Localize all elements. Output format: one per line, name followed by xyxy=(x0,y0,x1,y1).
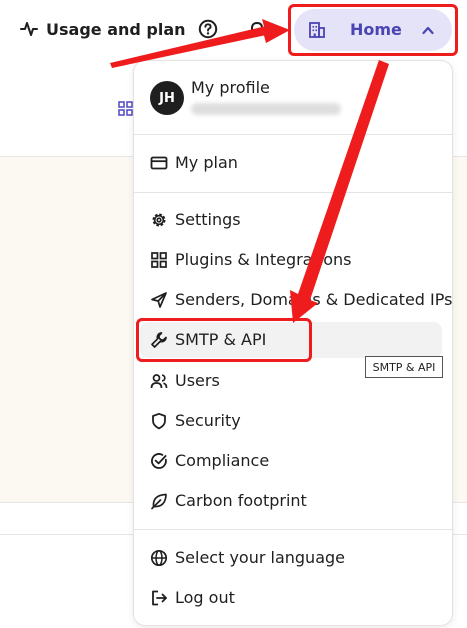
menu-item-plugins-integrations[interactable]: Plugins & Integrations xyxy=(140,242,442,278)
menu-item-label: Security xyxy=(175,411,241,430)
usage-and-plan-link[interactable]: Usage and plan xyxy=(20,16,186,42)
highlight-box-home xyxy=(288,4,458,56)
menu-item-label: Users xyxy=(175,371,220,390)
menu-divider xyxy=(134,192,452,193)
logout-icon xyxy=(152,590,167,606)
menu-item-log-out[interactable]: Log out xyxy=(140,580,442,616)
activity-icon xyxy=(20,22,38,36)
menu-item-label: Senders, Domains & Dedicated IPs xyxy=(175,290,453,309)
menu-item-security[interactable]: Security xyxy=(140,403,442,439)
menu-item-label: Log out xyxy=(175,588,235,607)
credit-card-icon xyxy=(150,156,168,170)
avatar[interactable]: JH xyxy=(150,81,184,115)
menu-divider xyxy=(134,134,452,135)
menu-item-carbon-footprint[interactable]: Carbon footprint xyxy=(140,483,442,519)
menu-divider xyxy=(134,529,452,530)
send-icon xyxy=(151,292,167,308)
users-icon xyxy=(150,374,168,389)
menu-item-label: My plan xyxy=(175,153,238,172)
menu-item-settings[interactable]: Settings xyxy=(140,202,442,238)
profile-email-redacted xyxy=(191,103,341,115)
check-circle-icon xyxy=(151,453,167,469)
menu-item-select-language[interactable]: Select your language xyxy=(140,540,442,576)
menu-item-senders-domains-ips[interactable]: Senders, Domains & Dedicated IPs xyxy=(140,282,452,318)
shield-icon xyxy=(152,412,166,430)
menu-item-label: Carbon footprint xyxy=(175,491,307,510)
globe-icon xyxy=(150,549,168,567)
bell-icon[interactable] xyxy=(247,19,267,39)
menu-item-label: Settings xyxy=(175,210,241,229)
grid-icon xyxy=(151,252,167,268)
highlight-box-smtp-api xyxy=(136,318,312,362)
usage-and-plan-label: Usage and plan xyxy=(46,19,186,39)
menu-item-label: Compliance xyxy=(175,451,270,470)
help-icon[interactable] xyxy=(198,19,218,39)
smtp-api-tooltip: SMTP & API xyxy=(365,356,443,378)
menu-item-my-plan[interactable]: My plan xyxy=(140,145,442,181)
apps-grid-icon[interactable] xyxy=(118,101,133,116)
leaf-icon xyxy=(151,493,167,510)
gear-icon xyxy=(152,213,166,227)
menu-item-label: Plugins & Integrations xyxy=(175,250,352,269)
my-profile-link[interactable]: My profile xyxy=(191,78,270,97)
menu-item-compliance[interactable]: Compliance xyxy=(140,443,442,479)
menu-item-label: Select your language xyxy=(175,548,345,567)
